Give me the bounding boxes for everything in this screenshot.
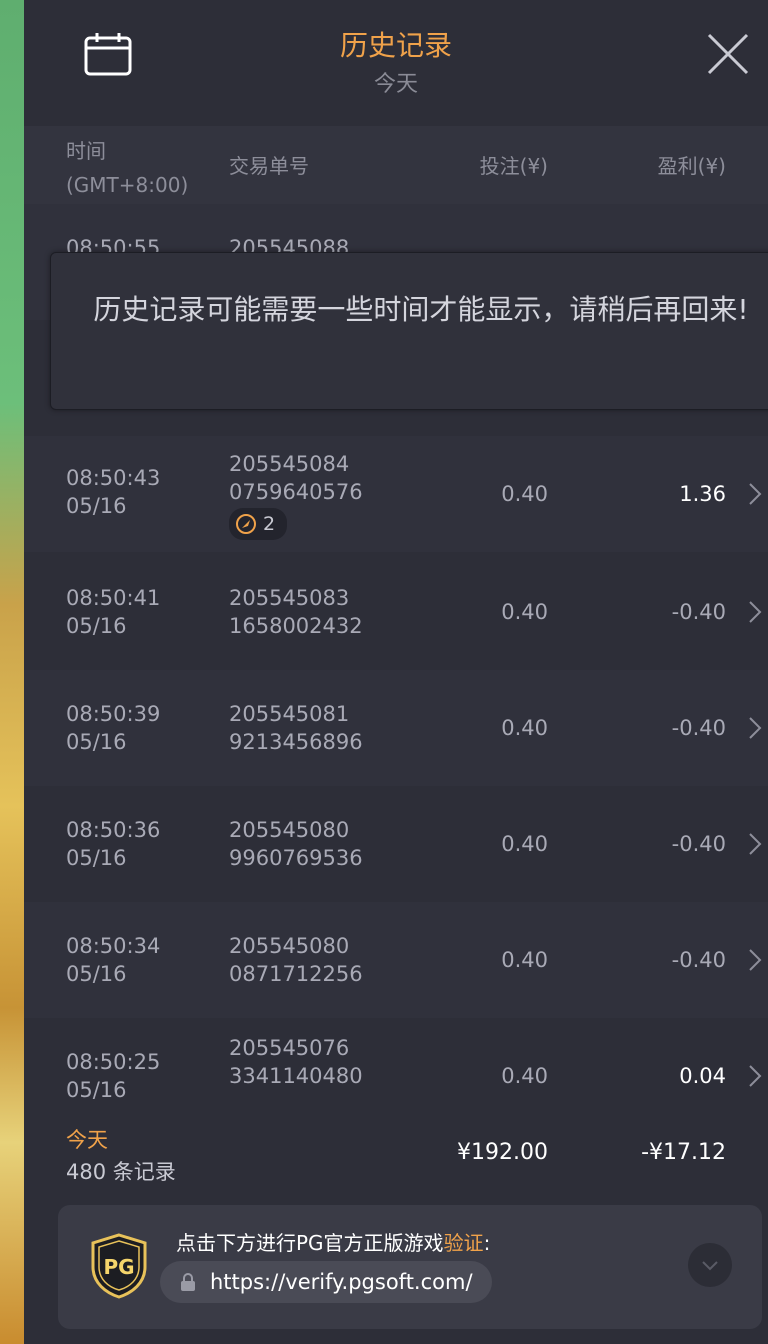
expand-button[interactable]: [688, 1243, 732, 1287]
row-order-line1: 205545080: [229, 934, 350, 958]
summary-label: 今天: [66, 1128, 108, 1152]
badge-count: 2: [263, 513, 276, 535]
total-bet: ¥192.00: [457, 1140, 548, 1165]
summary-bar: 今天 480 条记录 ¥192.00 -¥17.12: [24, 1102, 768, 1202]
row-order-line2: 3341140480: [229, 1064, 363, 1088]
toast-message: 历史记录可能需要一些时间才能显示，请稍后再回来!: [93, 293, 749, 326]
pg-shield-logo: PG: [91, 1233, 147, 1299]
loading-toast: 历史记录可能需要一些时间才能显示，请稍后再回来!: [50, 252, 768, 410]
row-order-line2: 1658002432: [229, 614, 363, 638]
column-profit: 盈利(¥): [657, 154, 726, 178]
date-filter-label: 今天: [373, 72, 418, 97]
row-time: 08:50:36 05/16: [66, 816, 160, 872]
column-bet: 投注(¥): [479, 154, 548, 178]
row-order-line1: 205545083: [229, 586, 350, 610]
row-order-line2: 0759640576: [229, 480, 363, 504]
column-timezone-label: (GMT+8:00): [66, 173, 189, 197]
row-order-line2: 9213456896: [229, 730, 363, 754]
row-bet: 0.40: [501, 948, 548, 972]
row-bet: 0.40: [501, 832, 548, 856]
row-bet: 0.40: [501, 482, 548, 506]
row-profit: -0.40: [671, 716, 726, 740]
record-count: 480 条记录: [66, 1160, 176, 1184]
history-panel: 历史记录 今天 时间 (GMT+8:00) 交易单号 投注(¥) 盈利(¥) 0…: [24, 0, 768, 1344]
table-row[interactable]: 08:50:34 05/16 205545080 0871712256 0.40…: [24, 902, 768, 1018]
row-time-value: 08:50:36: [66, 818, 161, 842]
header: 历史记录 今天: [24, 0, 768, 120]
chevron-right-icon[interactable]: [748, 832, 762, 856]
table-row[interactable]: 08:50:39 05/16 205545081 9213456896 0.40…: [24, 670, 768, 786]
row-date-value: 05/16: [66, 614, 127, 638]
row-order: 205545076 3341140480: [229, 1034, 363, 1090]
row-profit: -0.40: [671, 600, 726, 624]
lock-icon: [181, 1273, 195, 1291]
row-time-value: 08:50:43: [66, 466, 161, 490]
chevron-right-icon[interactable]: [748, 1064, 762, 1088]
row-time: 08:50:39 05/16: [66, 700, 160, 756]
row-time-value: 08:50:39: [66, 702, 161, 726]
close-icon[interactable]: [706, 32, 750, 76]
row-bet: 0.40: [501, 1064, 548, 1088]
column-time-label: 时间: [66, 139, 106, 163]
column-order: 交易单号: [229, 154, 309, 178]
chevron-right-icon[interactable]: [748, 600, 762, 624]
row-time: 08:50:34 05/16: [66, 932, 160, 988]
verify-colon: :: [483, 1231, 491, 1255]
row-time-value: 08:50:25: [66, 1050, 161, 1074]
row-profit: 1.36: [679, 482, 726, 506]
chevron-right-icon[interactable]: [748, 482, 762, 506]
row-date-value: 05/16: [66, 1078, 127, 1102]
row-order: 205545084 0759640576 2: [229, 450, 363, 542]
row-bet: 0.40: [501, 716, 548, 740]
column-time: 时间 (GMT+8:00): [66, 134, 188, 202]
row-time-value: 08:50:34: [66, 934, 161, 958]
row-time: 08:50:43 05/16: [66, 464, 160, 520]
row-order: 205545083 1658002432: [229, 584, 363, 640]
total-profit: -¥17.12: [641, 1140, 726, 1165]
verify-url[interactable]: https://verify.pgsoft.com/: [210, 1270, 473, 1294]
row-time: 08:50:25 05/16: [66, 1048, 160, 1102]
row-date-value: 05/16: [66, 846, 127, 870]
free-spin-badge: 2: [229, 508, 288, 540]
row-date-value: 05/16: [66, 494, 127, 518]
chevron-right-icon[interactable]: [748, 948, 762, 972]
row-order-line1: 205545084: [229, 452, 350, 476]
table-row[interactable]: 08:50:36 05/16 205545080 9960769536 0.40…: [24, 786, 768, 902]
row-order-line2: 9960769536: [229, 846, 363, 870]
row-order-line1: 205545080: [229, 818, 350, 842]
row-bet: 0.40: [501, 600, 548, 624]
verify-prompt: 点击下方进行PG官方正版游戏验证:: [176, 1227, 490, 1256]
verify-card[interactable]: PG 点击下方进行PG官方正版游戏验证: https://verify.pgso…: [58, 1205, 762, 1329]
chevron-right-icon[interactable]: [748, 716, 762, 740]
row-time: 08:50:41 05/16: [66, 584, 160, 640]
row-profit: 0.04: [679, 1064, 726, 1088]
table-row[interactable]: 08:50:41 05/16 205545083 1658002432 0.40…: [24, 554, 768, 670]
table-row[interactable]: 08:50:25 05/16 205545076 3341140480 0.40…: [24, 1018, 768, 1102]
row-order: 205545080 9960769536: [229, 816, 363, 872]
table-header: 时间 (GMT+8:00) 交易单号 投注(¥) 盈利(¥): [24, 126, 768, 204]
verify-text: 点击下方进行PG官方正版游戏: [176, 1231, 444, 1255]
row-order-line1: 205545081: [229, 702, 350, 726]
row-date-value: 05/16: [66, 962, 127, 986]
row-order-line1: 205545076: [229, 1036, 350, 1060]
compass-icon: [236, 514, 256, 534]
row-order: 205545080 0871712256: [229, 932, 363, 988]
chevron-down-icon: [702, 1261, 718, 1271]
page-title: 历史记录: [339, 29, 452, 62]
row-order: 205545081 9213456896: [229, 700, 363, 756]
row-time-value: 08:50:41: [66, 586, 161, 610]
verify-highlight: 验证: [443, 1231, 484, 1255]
row-profit: -0.40: [671, 832, 726, 856]
table-row[interactable]: 08:50:43 05/16 205545084 0759640576 2 0.…: [24, 436, 768, 552]
row-profit: -0.40: [671, 948, 726, 972]
game-background: [0, 0, 24, 1344]
verify-url-pill[interactable]: https://verify.pgsoft.com/: [160, 1261, 492, 1303]
pg-logo-text: PG: [103, 1255, 134, 1279]
row-order-line2: 0871712256: [229, 962, 363, 986]
row-date-value: 05/16: [66, 730, 127, 754]
